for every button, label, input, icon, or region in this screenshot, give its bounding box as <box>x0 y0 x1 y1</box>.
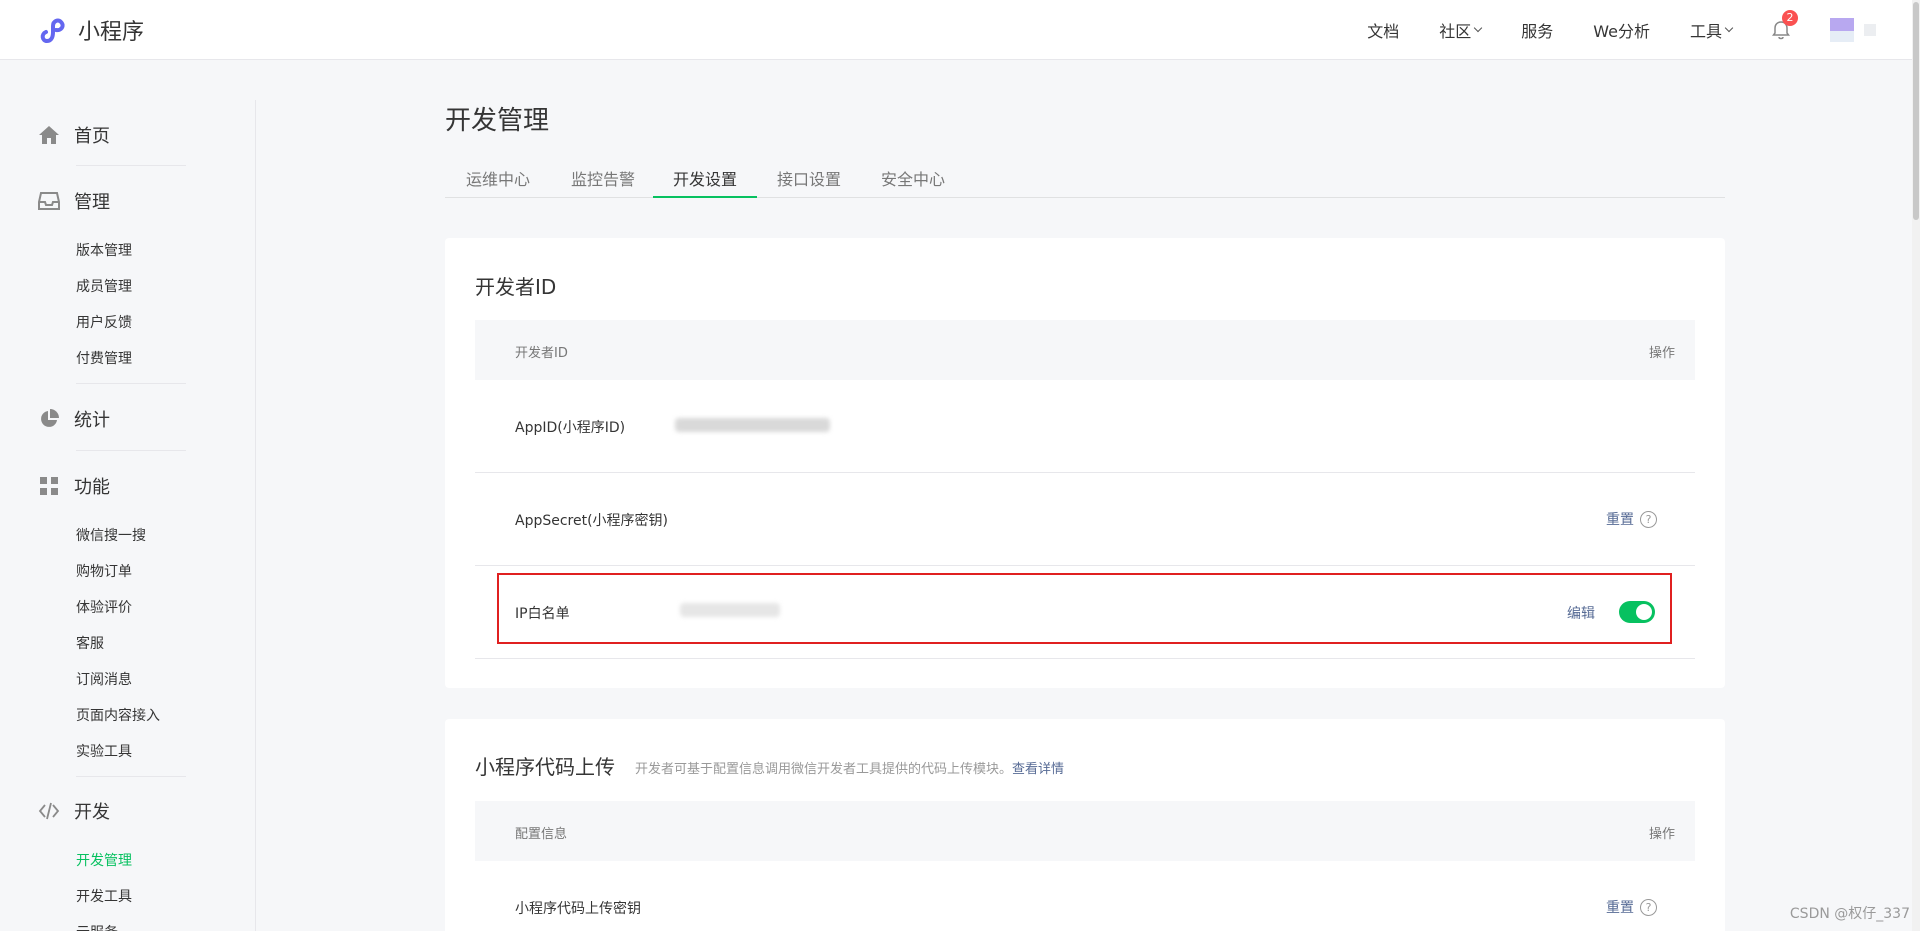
top-bar: 小程序 文档 社区 服务 We分析 工具 2 <box>0 0 1920 60</box>
sidebar-divider <box>76 165 186 166</box>
sidebar-item-dev-tools[interactable]: 开发工具 <box>76 886 132 906</box>
nav-community[interactable]: 社区 <box>1439 18 1483 42</box>
reset-upload-key-button[interactable]: 重置 ? <box>1606 897 1657 917</box>
sidebar-item-customer-service[interactable]: 客服 <box>76 633 104 653</box>
sidebar-divider <box>76 450 186 451</box>
tab-dev-settings[interactable]: 开发设置 <box>653 166 757 198</box>
sidebar-item-cloud-service[interactable]: 云服务 <box>76 922 118 931</box>
miniprogram-logo-icon <box>40 18 65 43</box>
table-row-appid: AppID(小程序ID) <box>475 380 1695 473</box>
help-icon[interactable]: ? <box>1640 898 1657 916</box>
sidebar-item-reviews[interactable]: 体验评价 <box>76 597 132 617</box>
tab-api-settings[interactable]: 接口设置 <box>757 166 861 198</box>
sidebar-item-dev-management[interactable]: 开发管理 <box>76 850 132 870</box>
sidebar-item-experiment[interactable]: 实验工具 <box>76 741 132 761</box>
nav-community-label: 社区 <box>1439 22 1472 41</box>
sidebar-section-label: 功能 <box>74 477 110 498</box>
sidebar-item-version[interactable]: 版本管理 <box>76 240 132 260</box>
sidebar-item-orders[interactable]: 购物订单 <box>76 561 132 581</box>
notification-badge: 2 <box>1782 10 1798 26</box>
logo[interactable]: 小程序 <box>38 14 144 46</box>
inbox-icon <box>38 192 60 210</box>
sidebar-item-members[interactable]: 成员管理 <box>76 276 132 296</box>
sidebar-item-wechat-search[interactable]: 微信搜一搜 <box>76 525 146 545</box>
home-icon <box>39 126 59 144</box>
column-header: 开发者ID <box>515 346 568 361</box>
card-title: 小程序代码上传 <box>475 755 615 779</box>
card-title: 开发者ID <box>475 275 557 299</box>
nav-services-label: 服务 <box>1521 22 1554 41</box>
nav-tools-label: 工具 <box>1689 22 1722 41</box>
watermark: CSDN @权仔_337 <box>1789 906 1910 922</box>
column-header: 配置信息 <box>515 827 568 842</box>
top-nav: 文档 社区 服务 We分析 工具 2 <box>1367 0 1920 60</box>
app-name: 小程序 <box>78 20 145 45</box>
avatar[interactable] <box>1830 18 1854 42</box>
code-upload-card: 小程序代码上传 开发者可基于配置信息调用微信开发者工具提供的代码上传模块。查看详… <box>445 719 1725 931</box>
chevron-down-icon <box>1724 23 1734 33</box>
highlight-box <box>497 573 1672 644</box>
chevron-down-icon <box>1473 23 1483 33</box>
grid-icon <box>40 477 58 495</box>
reset-label: 重置 <box>1606 512 1634 528</box>
sidebar-divider <box>76 383 186 384</box>
help-icon[interactable]: ? <box>1640 510 1657 528</box>
sidebar-section-label: 开发 <box>74 802 110 823</box>
sidebar-item-subscription[interactable]: 订阅消息 <box>76 669 132 689</box>
reset-secret-button[interactable]: 重置 ? <box>1606 509 1657 529</box>
card-description: 开发者可基于配置信息调用微信开发者工具提供的代码上传模块。查看详情 <box>635 758 1064 777</box>
nav-we-analysis-label: We分析 <box>1593 22 1650 41</box>
sidebar-section-features[interactable]: 功能 <box>38 473 110 499</box>
tab-bar: 运维中心 监控告警 开发设置 接口设置 安全中心 <box>445 160 1725 198</box>
sidebar-section-manage[interactable]: 管理 <box>38 188 110 214</box>
table-row-upload-key: 小程序代码上传密钥 重置 ? <box>475 861 1695 931</box>
pie-chart-icon <box>41 409 59 427</box>
nav-docs-label: 文档 <box>1367 22 1400 41</box>
nav-docs[interactable]: 文档 <box>1367 18 1399 42</box>
page-scrollbar[interactable] <box>1912 0 1920 931</box>
appsecret-label: AppSecret(小程序密钥) <box>515 513 669 529</box>
appid-value-redacted <box>675 418 830 432</box>
table-header: 配置信息 操作 <box>475 801 1695 861</box>
view-details-link[interactable]: 查看详情 <box>1012 762 1064 777</box>
sidebar-section-stats[interactable]: 统计 <box>38 406 110 432</box>
appid-label: AppID(小程序ID) <box>515 420 626 436</box>
sidebar-section-develop[interactable]: 开发 <box>38 798 110 824</box>
scrollbar-thumb[interactable] <box>1913 2 1919 220</box>
sidebar-section-label: 统计 <box>74 410 110 431</box>
tab-security-center[interactable]: 安全中心 <box>861 166 965 198</box>
nav-services[interactable]: 服务 <box>1521 18 1553 42</box>
tab-monitoring[interactable]: 监控告警 <box>551 166 655 198</box>
sidebar-section-label: 首页 <box>74 126 110 147</box>
description-text: 开发者可基于配置信息调用微信开发者工具提供的代码上传模块。 <box>635 762 1013 777</box>
sidebar-item-feedback[interactable]: 用户反馈 <box>76 312 132 332</box>
tab-ops-center[interactable]: 运维中心 <box>445 166 551 198</box>
upload-key-label: 小程序代码上传密钥 <box>515 901 641 917</box>
table-header: 开发者ID 操作 <box>475 320 1695 380</box>
sidebar-item-payment[interactable]: 付费管理 <box>76 348 132 368</box>
nav-we-analysis[interactable]: We分析 <box>1593 18 1650 42</box>
code-icon <box>38 802 60 820</box>
column-header-action: 操作 <box>1648 827 1675 842</box>
page-title: 开发管理 <box>445 106 550 136</box>
account-name[interactable] <box>1864 24 1876 36</box>
column-header-action: 操作 <box>1648 346 1675 361</box>
notification-button[interactable]: 2 <box>1772 10 1798 44</box>
sidebar-section-home[interactable]: 首页 <box>38 122 110 148</box>
sidebar: 首页 管理 版本管理 成员管理 用户反馈 付费管理 统计 功能 微信搜一搜 购物… <box>0 100 256 931</box>
nav-tools[interactable]: 工具 <box>1689 18 1734 42</box>
table-row-appsecret: AppSecret(小程序密钥) 重置 ? <box>475 473 1695 566</box>
sidebar-item-content-access[interactable]: 页面内容接入 <box>76 705 160 725</box>
sidebar-divider <box>76 776 186 777</box>
sidebar-section-label: 管理 <box>74 192 110 213</box>
reset-label: 重置 <box>1606 900 1634 916</box>
